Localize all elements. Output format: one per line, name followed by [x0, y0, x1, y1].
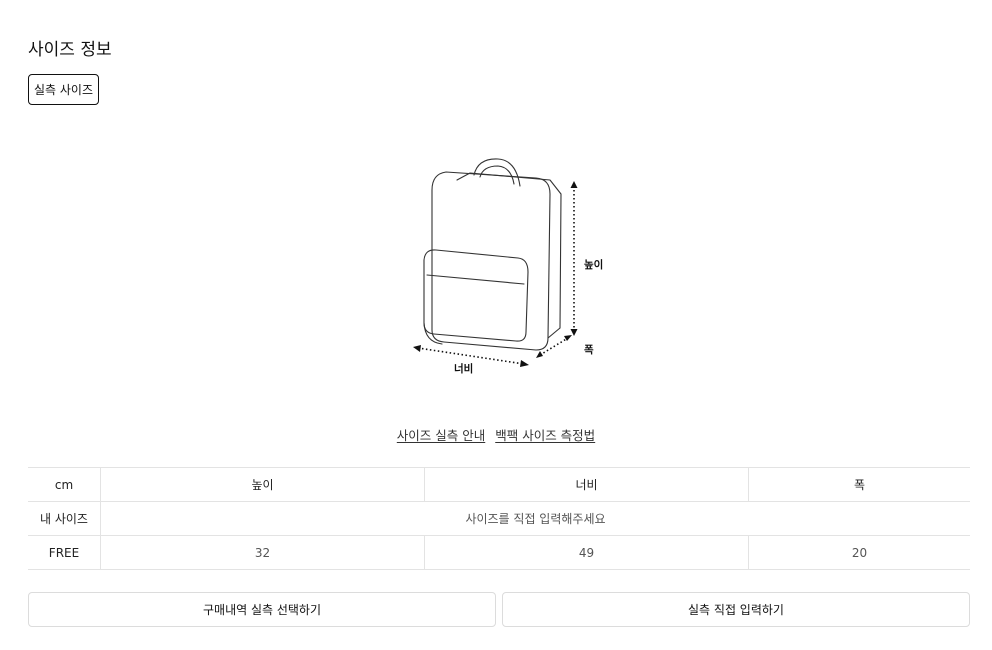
my-size-label: 내 사이즈	[28, 501, 101, 536]
width-header: 너비	[424, 467, 750, 502]
width-value: 49	[424, 535, 750, 570]
my-size-row: 내 사이즈 사이즈를 직접 입력해주세요	[28, 501, 970, 536]
backpack-icon: 높이 너비 폭	[413, 158, 603, 375]
backpack-diagram: 높이 너비 폭	[390, 150, 620, 384]
my-size-placeholder[interactable]: 사이즈를 직접 입력해주세요	[100, 501, 970, 536]
tab-actual-size[interactable]: 실측 사이즈	[28, 74, 99, 105]
depth-label: 폭	[584, 344, 594, 356]
height-header: 높이	[100, 467, 426, 502]
table-header-row: cm 높이 너비 폭	[28, 467, 970, 502]
depth-header: 폭	[748, 467, 970, 502]
table-row: FREE 32 49 20	[28, 535, 970, 570]
height-label: 높이	[584, 258, 603, 271]
size-guide-link[interactable]: 사이즈 실측 안내	[397, 428, 485, 443]
size-table: cm 높이 너비 폭 내 사이즈 사이즈를 직접 입력해주세요 FREE 32 …	[28, 467, 970, 570]
manual-input-button[interactable]: 실측 직접 입력하기	[502, 592, 970, 627]
section-title: 사이즈 정보	[28, 40, 112, 60]
height-value: 32	[100, 535, 426, 570]
select-purchase-button[interactable]: 구매내역 실측 선택하기	[28, 592, 496, 627]
width-label: 너비	[454, 362, 473, 375]
unit-header: cm	[28, 467, 101, 502]
guide-links: 사이즈 실측 안내 백팩 사이즈 측정법	[0, 425, 992, 444]
size-label: FREE	[28, 535, 101, 570]
depth-value: 20	[748, 535, 970, 570]
backpack-guide-link[interactable]: 백팩 사이즈 측정법	[495, 428, 595, 443]
